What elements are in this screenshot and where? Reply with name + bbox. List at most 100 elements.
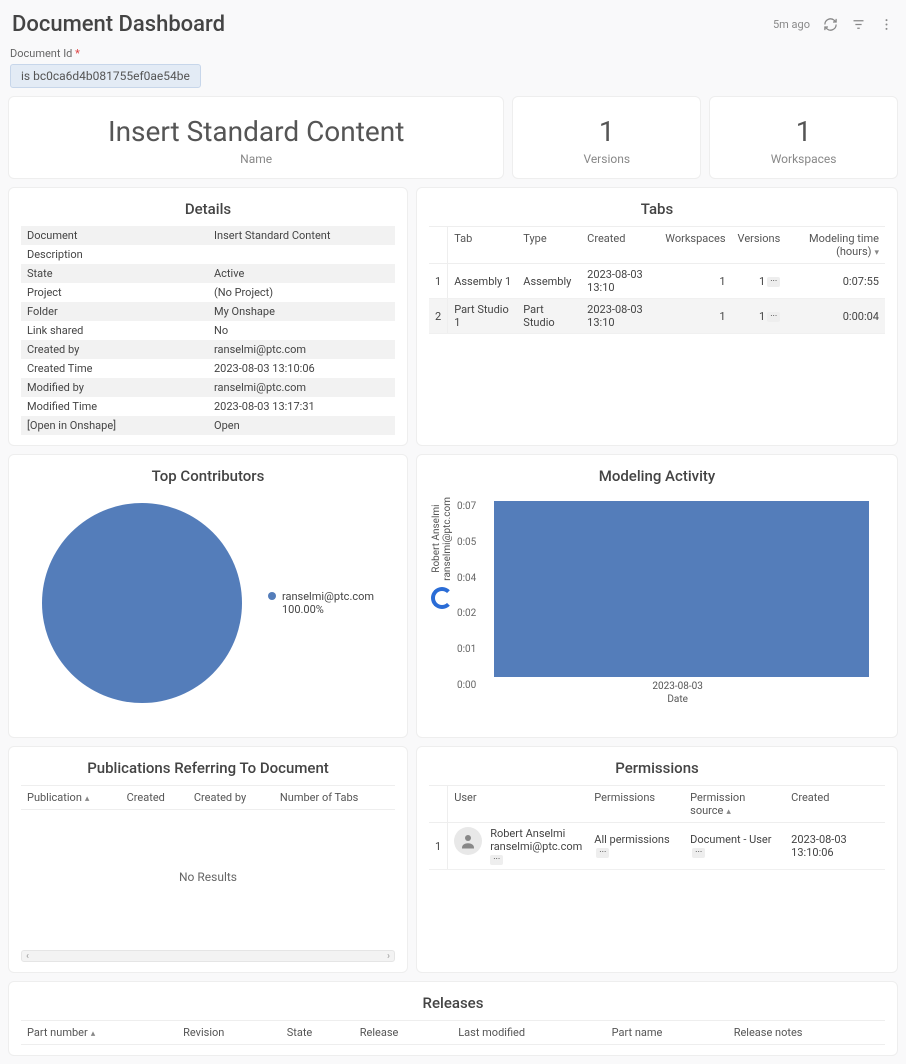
col-index	[429, 786, 448, 823]
releases-panel: Releases Part number▴ Revision State Rel…	[8, 981, 898, 1056]
chevron-up-icon: ▴	[85, 794, 90, 804]
y-tick: 0:02	[457, 608, 476, 619]
contributors-title: Top Contributors	[21, 467, 395, 485]
details-key: [Open in Onshape]	[21, 416, 208, 435]
col-pub-created-by[interactable]: Created by	[188, 786, 274, 810]
col-created[interactable]: Created	[581, 227, 659, 264]
publications-empty: No Results	[21, 810, 395, 944]
table-row[interactable]: 2Part Studio 1Part Studio2023-08-03 13:1…	[429, 299, 885, 334]
cell-versions: 1···	[732, 299, 787, 334]
metric-versions-label: Versions	[521, 152, 692, 166]
bar-chart: Robert Anselmi ranselmi@ptc.com 0:070:05…	[429, 493, 885, 713]
col-perms[interactable]: Permissions	[588, 786, 684, 823]
cell-source: Document - User···	[684, 823, 785, 870]
metric-workspaces-label: Workspaces	[718, 152, 889, 166]
filter-icon[interactable]	[850, 17, 866, 33]
metric-versions-value: 1	[521, 115, 692, 148]
col-index	[429, 227, 448, 264]
h-scrollbar[interactable]: ‹›	[21, 950, 395, 962]
col-modeling-time[interactable]: Modeling time (hours)▾	[786, 227, 885, 264]
cell-user: Robert Anselmi ranselmi@ptc.com ···	[448, 823, 589, 870]
col-pub-tabs[interactable]: Number of Tabs	[274, 786, 395, 810]
cell-workspaces: 1	[659, 299, 731, 334]
x-axis-label: Date	[480, 692, 875, 709]
col-state[interactable]: State	[281, 1021, 354, 1045]
col-pub-created[interactable]: Created	[121, 786, 188, 810]
col-publication[interactable]: Publication▴	[21, 786, 121, 810]
chevron-up-icon: ▴	[726, 807, 731, 817]
cell-created: 2023-08-03 13:10:06	[785, 823, 885, 870]
details-row: StateActive	[21, 264, 395, 283]
details-key: Description	[21, 245, 208, 264]
col-user[interactable]: User	[448, 786, 589, 823]
cell-workspaces: 1	[659, 264, 731, 299]
page-header: Document Dashboard 5m ago	[8, 8, 898, 45]
more-pill-icon[interactable]: ···	[596, 848, 609, 858]
y-tick: 0:05	[457, 537, 476, 548]
open-link[interactable]: Open	[208, 416, 395, 435]
details-row: [Open in Onshape]Open	[21, 416, 395, 435]
col-versions[interactable]: Versions	[732, 227, 787, 264]
col-tab[interactable]: Tab	[448, 227, 518, 264]
col-part-number[interactable]: Part number▴	[21, 1021, 177, 1045]
col-revision[interactable]: Revision	[177, 1021, 281, 1045]
cell-tab: Part Studio 1	[448, 299, 518, 334]
cell-created: 2023-08-03 13:10	[581, 264, 659, 299]
more-pill-icon[interactable]: ···	[692, 848, 705, 858]
details-value: (No Project)	[208, 283, 395, 302]
details-row: Created byranselmi@ptc.com	[21, 340, 395, 359]
permissions-table: User Permissions Permission source▴ Crea…	[429, 785, 885, 870]
cell-tab: Assembly 1	[448, 264, 518, 299]
details-key: Created Time	[21, 359, 208, 378]
permissions-panel: Permissions User Permissions Permission …	[416, 746, 898, 973]
details-value: My Onshape	[208, 302, 395, 321]
refresh-icon[interactable]	[822, 17, 838, 33]
table-row[interactable]: 1Assembly 1Assembly2023-08-03 13:1011···…	[429, 264, 885, 299]
col-perm-created[interactable]: Created	[785, 786, 885, 823]
publications-table: Publication▴ Created Created by Number o…	[21, 785, 395, 810]
document-id-chip[interactable]: is bc0ca6d4b081755ef0ae54be	[10, 64, 201, 88]
cell-type: Assembly	[517, 264, 581, 299]
details-key: State	[21, 264, 208, 283]
details-key: Project	[21, 283, 208, 302]
publications-title: Publications Referring To Document	[21, 759, 395, 777]
more-icon[interactable]	[878, 17, 894, 33]
row-index: 1	[429, 264, 448, 299]
col-last-modified[interactable]: Last modified	[452, 1021, 605, 1045]
cell-created: 2023-08-03 13:10	[581, 299, 659, 334]
col-part-name[interactable]: Part name	[606, 1021, 728, 1045]
cell-versions: 1···	[732, 264, 787, 299]
col-source[interactable]: Permission source▴	[684, 786, 785, 823]
details-value: 2023-08-03 13:17:31	[208, 397, 395, 416]
details-value: Active	[208, 264, 395, 283]
row-index: 2	[429, 299, 448, 334]
pie-legend: ranselmi@ptc.com 100.00%	[268, 590, 374, 616]
table-row[interactable]: 1 Robert Anselmi ranselmi@ptc.com ··· Al…	[429, 823, 885, 870]
y-tick: 0:00	[457, 680, 476, 691]
page-title: Document Dashboard	[12, 12, 225, 37]
bar-series	[494, 501, 869, 677]
details-key: Folder	[21, 302, 208, 321]
user-email: ranselmi@ptc.com	[490, 840, 582, 853]
more-pill-icon[interactable]: ···	[767, 312, 780, 322]
col-type[interactable]: Type	[517, 227, 581, 264]
col-release-notes[interactable]: Release notes	[728, 1021, 885, 1045]
brand-badge-icon	[431, 587, 453, 609]
x-tick: 2023-08-03	[480, 677, 875, 692]
details-key: Link shared	[21, 321, 208, 340]
more-pill-icon[interactable]: ···	[767, 277, 780, 287]
details-title: Details	[21, 200, 395, 218]
details-table: DocumentInsert Standard ContentDescripti…	[21, 226, 395, 435]
details-key: Document	[21, 226, 208, 245]
y-tick: 0:04	[457, 573, 476, 584]
details-value: 2023-08-03 13:10:06	[208, 359, 395, 378]
releases-table: Part number▴ Revision State Release Last…	[21, 1020, 885, 1045]
col-release[interactable]: Release	[354, 1021, 452, 1045]
user-name: Robert Anselmi	[490, 827, 582, 840]
details-row: Description	[21, 245, 395, 264]
y-axis-ticks: 0:070:050:040:020:010:00	[455, 497, 480, 709]
more-pill-icon[interactable]: ···	[490, 855, 503, 865]
details-row: Modified byranselmi@ptc.com	[21, 378, 395, 397]
details-key: Created by	[21, 340, 208, 359]
col-workspaces[interactable]: Workspaces	[659, 227, 731, 264]
